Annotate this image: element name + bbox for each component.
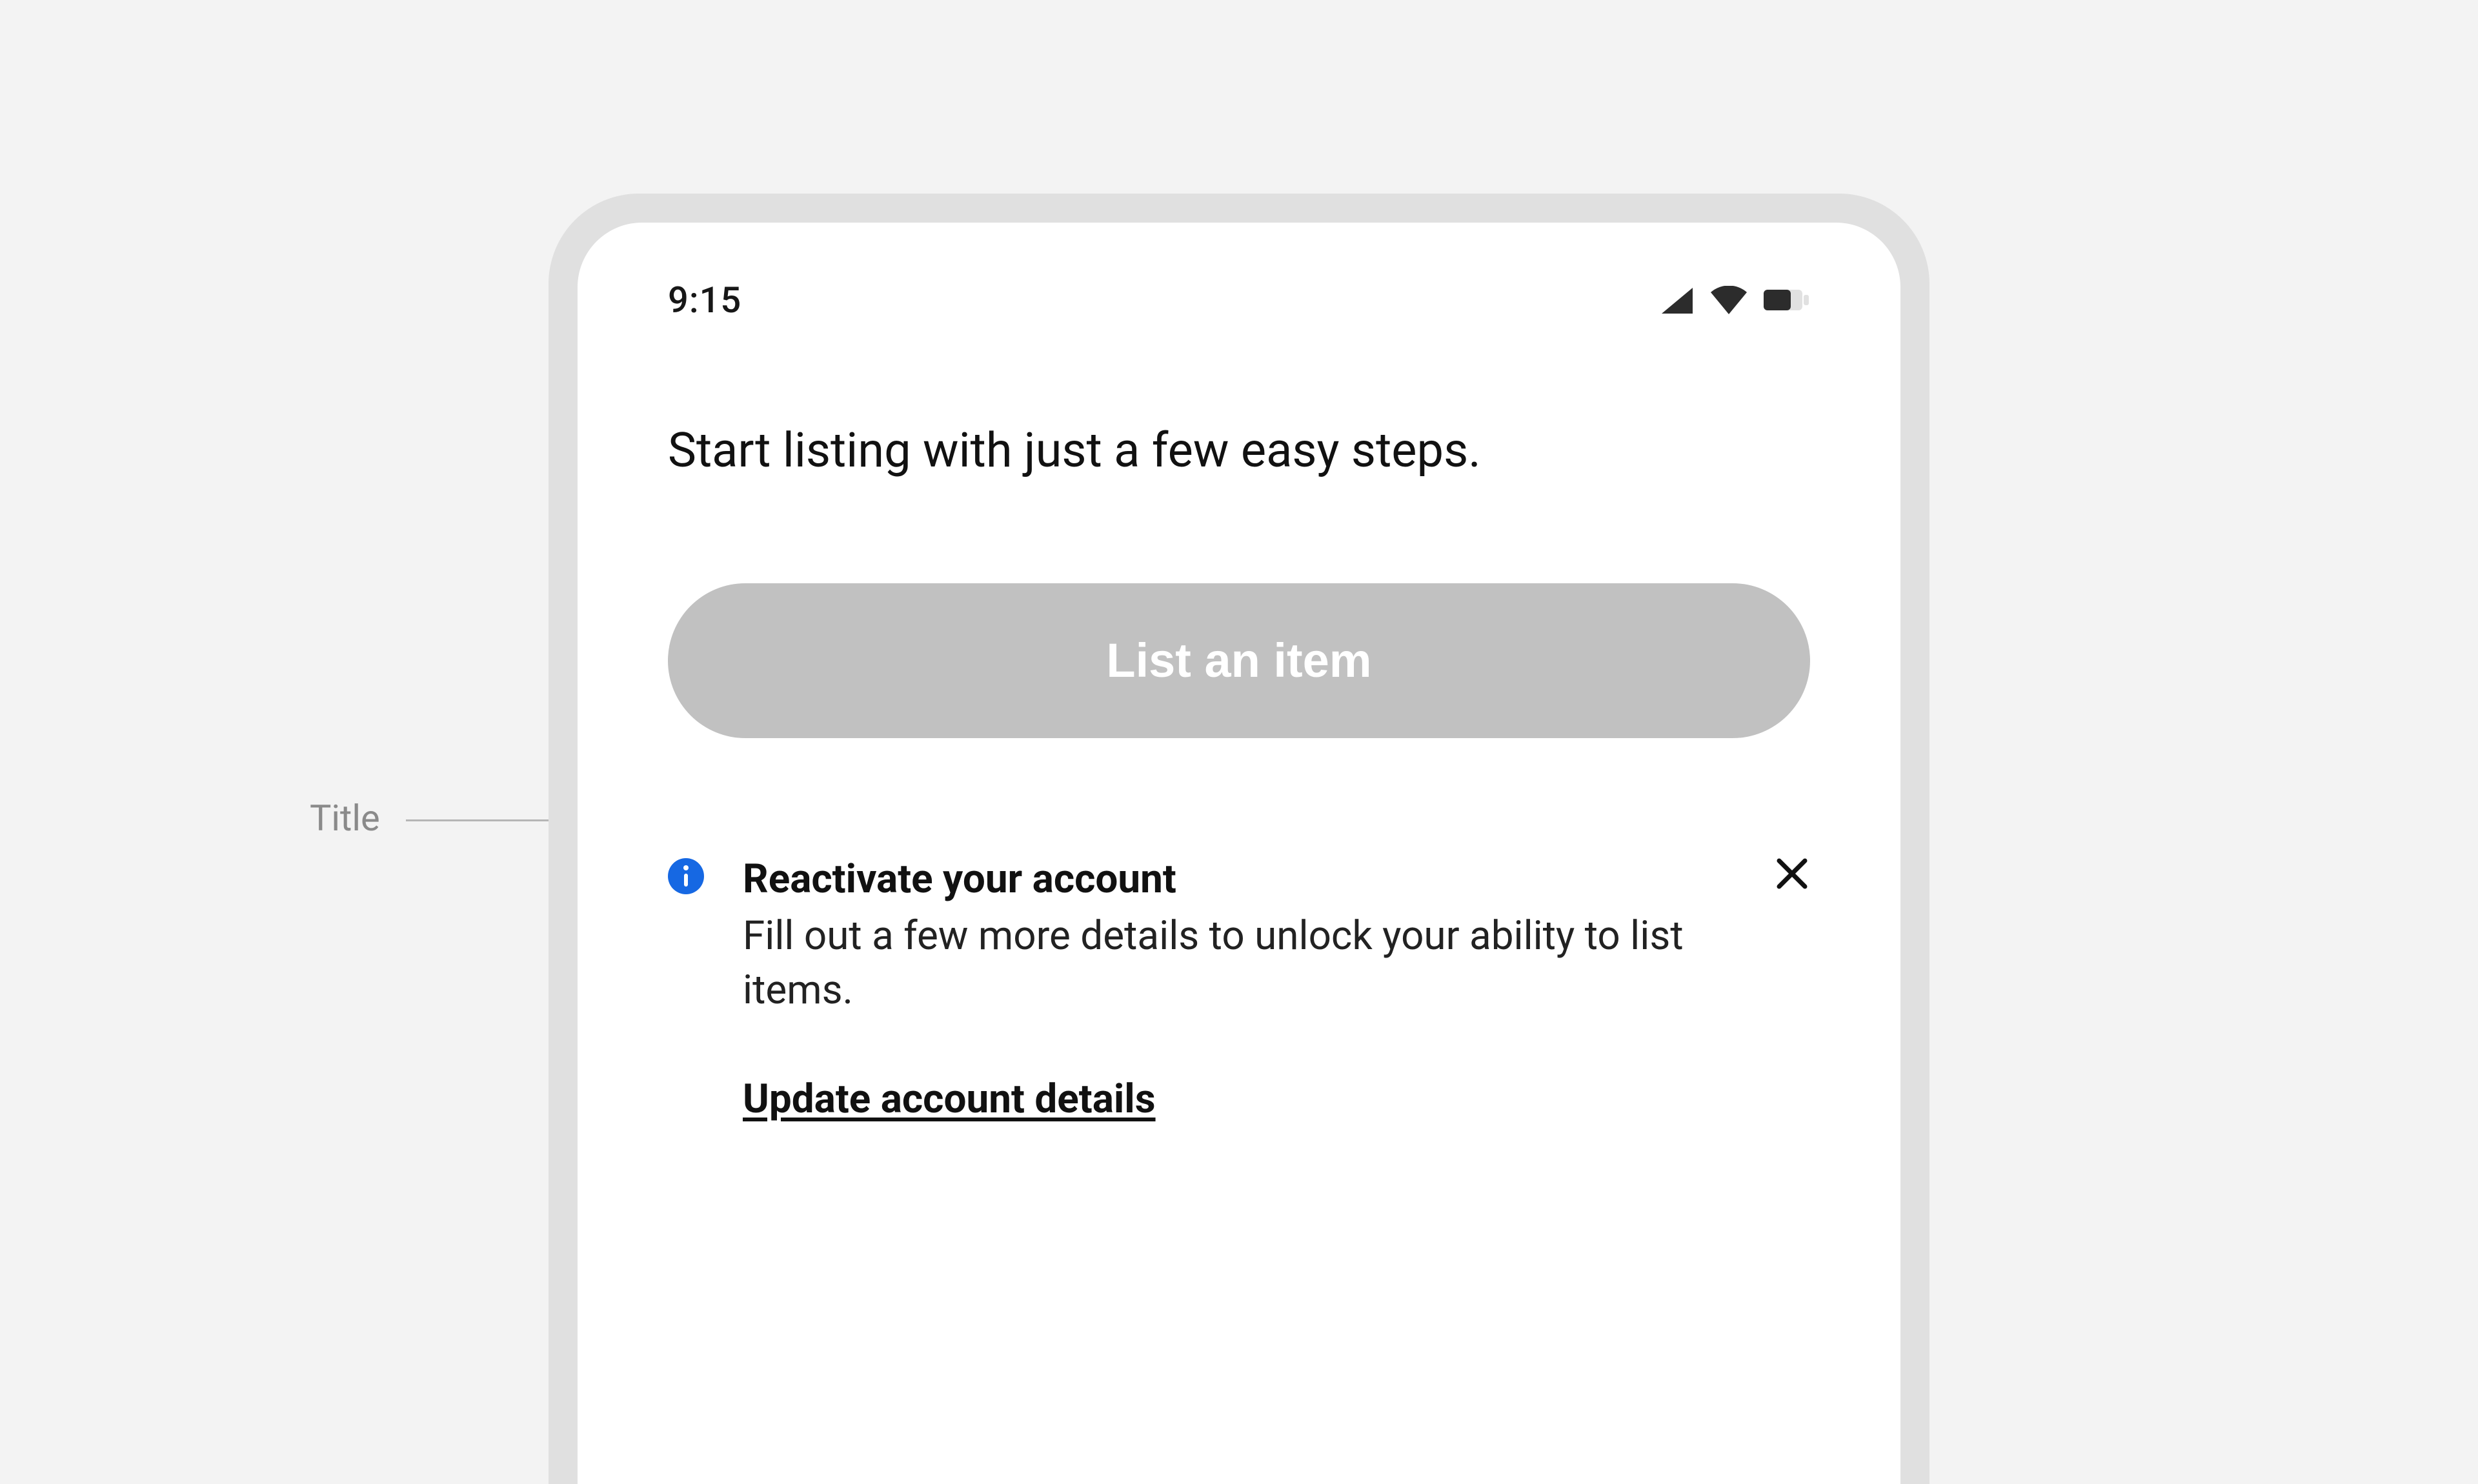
notice-description: Fill out a few more details to unlock yo… (743, 909, 1735, 1017)
battery-icon (1764, 288, 1810, 312)
cellular-icon (1660, 286, 1694, 314)
status-bar: 9:15 (668, 274, 1810, 326)
reactivate-notice: Reactivate your account Fill out a few m… (668, 854, 1810, 1123)
device-frame: 9:15 (549, 194, 1929, 1484)
update-account-link[interactable]: Update account details (743, 1076, 1156, 1123)
wifi-icon (1709, 286, 1748, 314)
close-icon[interactable] (1774, 856, 1810, 894)
notice-body: Reactivate your account Fill out a few m… (743, 854, 1735, 1123)
status-time: 9:15 (668, 279, 741, 321)
notice-title: Reactivate your account (743, 854, 1735, 905)
annotation-label: Title (310, 800, 380, 836)
status-icons (1660, 286, 1810, 314)
info-icon (668, 858, 704, 897)
list-item-button[interactable]: List an item (668, 583, 1810, 738)
list-item-button-label: List an item (1106, 633, 1371, 688)
device-screen: 9:15 (578, 223, 1900, 1484)
stage: Title 9:15 (0, 0, 2478, 1372)
page-heading: Start listing with just a few easy steps… (668, 423, 1810, 480)
